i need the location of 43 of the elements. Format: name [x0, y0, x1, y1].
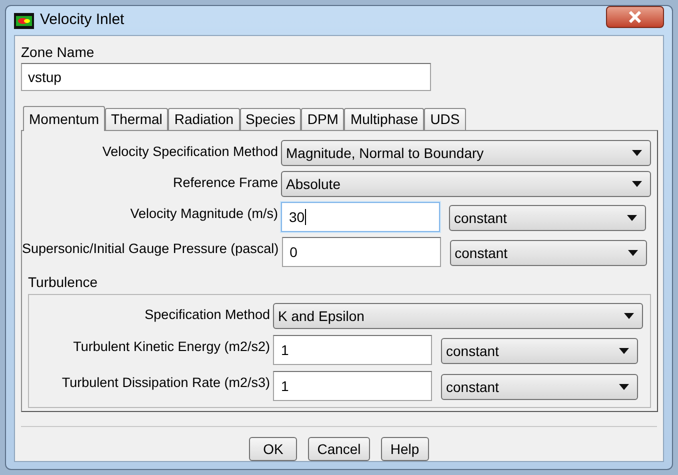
- text-caret: [304, 209, 306, 225]
- zone-name-field[interactable]: vstup: [21, 63, 431, 91]
- group-title: Turbulence: [28, 273, 99, 292]
- app-icon: [14, 12, 34, 28]
- dropdown[interactable]: constant: [441, 338, 638, 364]
- field-label: Velocity Specification Method: [101, 143, 278, 161]
- field-label: Zone Name: [21, 43, 96, 62]
- tab[interactable]: Momentum: [23, 106, 106, 131]
- close-button[interactable]: [606, 6, 664, 28]
- dropdown-arrow-icon: [619, 348, 629, 354]
- tab[interactable]: Thermal: [105, 108, 168, 130]
- dropdown[interactable]: constant: [450, 240, 647, 266]
- dropdown[interactable]: constant: [449, 205, 646, 231]
- dialog-button[interactable]: Help: [380, 437, 429, 461]
- dropdown-arrow-icon: [632, 181, 642, 187]
- field-label: Supersonic/Initial Gauge Pressure (pascal): [22, 240, 279, 258]
- close-icon: [628, 10, 642, 22]
- field-label: Specification Method: [144, 306, 270, 324]
- value-field[interactable]: 0: [282, 237, 441, 267]
- dropdown-arrow-icon: [624, 313, 634, 319]
- dropdown-arrow-icon: [628, 250, 638, 256]
- value-field[interactable]: 30: [281, 202, 440, 232]
- dialog-button[interactable]: Cancel: [308, 437, 370, 461]
- dropdown-arrow-icon: [619, 384, 629, 390]
- tab[interactable]: Species: [240, 108, 302, 130]
- field-label: Reference Frame: [172, 174, 278, 192]
- value-field[interactable]: 1: [273, 335, 432, 365]
- tab[interactable]: UDS: [424, 108, 466, 130]
- field-label: Turbulent Dissipation Rate (m2/s3): [60, 374, 270, 392]
- dropdown[interactable]: Absolute: [281, 171, 651, 197]
- dropdown-arrow-icon: [632, 150, 642, 156]
- dialog-button[interactable]: OK: [249, 437, 298, 461]
- dropdown-arrow-icon: [627, 215, 637, 221]
- value-field[interactable]: 1: [273, 371, 432, 401]
- dropdown[interactable]: K and Epsilon: [273, 303, 643, 329]
- field-label: Velocity Magnitude (m/s): [129, 205, 278, 223]
- window-title: Velocity Inlet: [40, 10, 124, 30]
- tab[interactable]: Multiphase: [344, 108, 424, 130]
- tab[interactable]: DPM: [301, 108, 344, 130]
- dropdown[interactable]: constant: [441, 374, 638, 400]
- dropdown[interactable]: Magnitude, Normal to Boundary: [281, 140, 651, 166]
- tab[interactable]: Radiation: [168, 108, 240, 130]
- field-label: Turbulent Kinetic Energy (m2/s2): [72, 338, 270, 356]
